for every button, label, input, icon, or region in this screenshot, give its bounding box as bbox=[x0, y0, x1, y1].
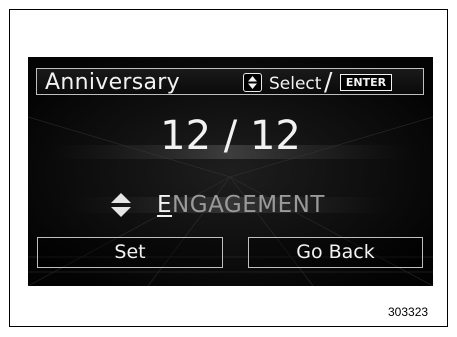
occasion-rest: NGAGEMENT bbox=[172, 192, 325, 218]
display-screen: Anniversary Select / ENTER 12 / 12 ENGAG… bbox=[28, 57, 433, 286]
date-value: 12 / 12 bbox=[160, 113, 301, 159]
screen-title: Anniversary bbox=[45, 70, 180, 95]
occasion-first-letter: E bbox=[157, 192, 173, 218]
figure-number: 303323 bbox=[388, 305, 429, 319]
header-bar: Anniversary Select / ENTER bbox=[36, 68, 424, 95]
up-down-arrows-icon bbox=[243, 73, 262, 92]
hint-separator: / bbox=[324, 67, 333, 96]
select-hint-label: Select bbox=[269, 74, 322, 94]
set-button[interactable]: Set bbox=[37, 237, 223, 268]
go-back-button[interactable]: Go Back bbox=[248, 237, 423, 268]
up-down-triangles-icon[interactable] bbox=[110, 192, 132, 218]
occasion-selector[interactable]: ENGAGEMENT bbox=[157, 189, 325, 221]
enter-key-badge: ENTER bbox=[340, 74, 392, 91]
